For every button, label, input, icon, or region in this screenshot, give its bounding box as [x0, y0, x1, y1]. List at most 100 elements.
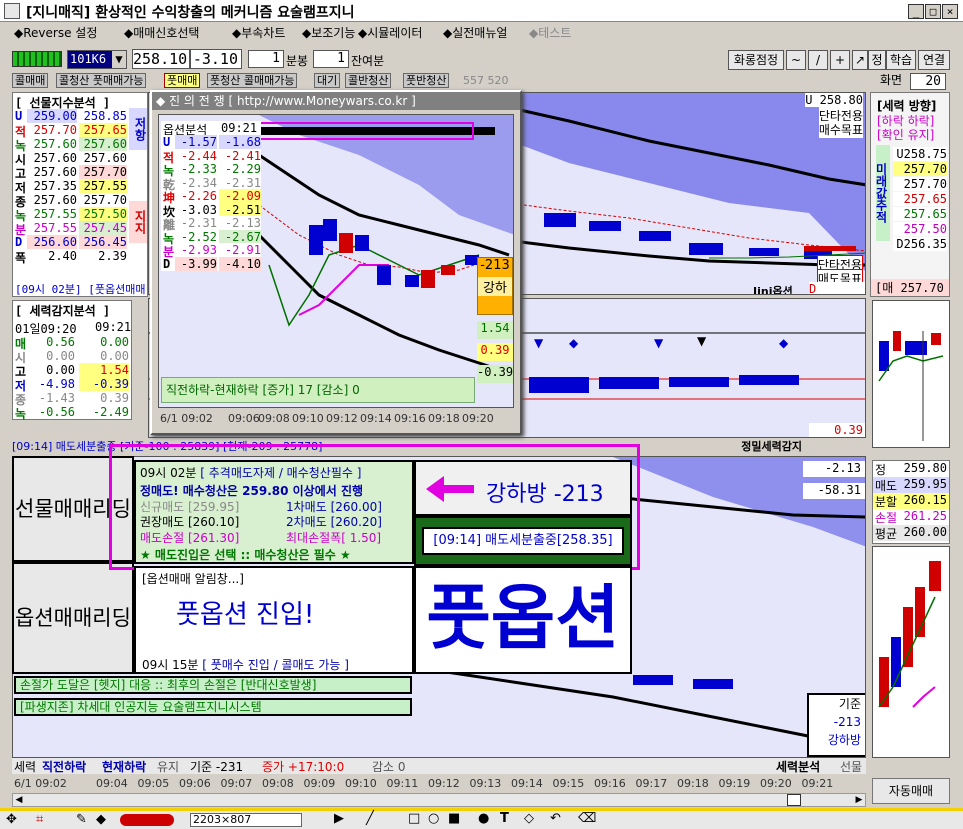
- menu-signal[interactable]: ◆매매신호선택: [124, 24, 199, 41]
- tab-call-clear[interactable]: 콜청산 풋매매가능: [56, 73, 147, 88]
- cursor-icon[interactable]: ▶: [334, 811, 344, 826]
- move-icon[interactable]: ✥: [6, 812, 17, 827]
- futures-row: 녹 257.55 257.50: [13, 207, 147, 223]
- tab-wait[interactable]: 대기: [314, 73, 341, 88]
- svg-text:▼: ▼: [654, 336, 664, 350]
- futures-row: 적 257.70 257.65: [13, 123, 147, 139]
- menu-bar: ◆Reverse 설정 ◆매매신호선택 ◆부속차트 ◆보조기능 ◆시뮬레이터 ◆…: [0, 22, 963, 42]
- mini-chart-lower: [872, 546, 950, 758]
- status-right-1: 세력분석: [776, 760, 821, 774]
- menu-subchart[interactable]: ◆부속차트: [232, 24, 285, 41]
- force-row: 매 0.56 0.00: [13, 335, 131, 351]
- learn-button[interactable]: 학습: [886, 50, 916, 70]
- tab-call-half[interactable]: 콜반청산: [345, 73, 392, 88]
- option-row-val2: -2.51: [219, 202, 261, 217]
- menu-aux[interactable]: ◆보조기능: [302, 24, 355, 41]
- arrow-button[interactable]: ↗: [852, 50, 868, 70]
- futures-row: D 256.60 256.45: [13, 235, 147, 249]
- undo-icon[interactable]: ↶: [550, 811, 561, 826]
- time-axis-label: 09:15: [552, 777, 585, 790]
- futures-row-val1: 257.70: [27, 123, 77, 137]
- status-right-2: 선물: [840, 760, 863, 774]
- menu-test[interactable]: ◆테스트: [529, 24, 571, 41]
- signal-time-2: 09시 15분: [142, 658, 199, 672]
- text-tool-icon[interactable]: T: [500, 811, 509, 826]
- crop-icon[interactable]: ⌗: [36, 812, 43, 827]
- filled-circle-icon[interactable]: ●: [478, 811, 489, 826]
- minimize-button[interactable]: _: [908, 4, 924, 19]
- interval-field[interactable]: 1: [248, 50, 284, 68]
- slash-button[interactable]: /: [808, 50, 828, 70]
- option-row-val2: -2.29: [219, 162, 261, 176]
- menu-reverse[interactable]: ◆Reverse 설정: [14, 24, 97, 41]
- futures-row: 종 257.60 257.70: [13, 193, 147, 209]
- order-level-value: 260.00: [903, 525, 947, 539]
- tab-call-trade[interactable]: 콜매매: [12, 73, 49, 88]
- option-row: U -1.57 -1.68: [161, 135, 261, 149]
- scroll-right-icon[interactable]: ▶: [853, 794, 865, 806]
- order-levels-panel: 정 259.80 매도 259.95 분할 260.15 손절 261.25 평균 260.00: [872, 460, 950, 544]
- auto-trade-button[interactable]: 자동매매: [872, 778, 950, 804]
- option-row-val1: -2.93: [175, 243, 217, 257]
- base-sub: 강하방: [827, 733, 861, 747]
- tab-put-half[interactable]: 풋반청산: [403, 73, 450, 88]
- option-row: D -3.99 -4.10: [161, 256, 261, 271]
- screen-field[interactable]: 20: [910, 73, 946, 90]
- size-select[interactable]: 2203×807: [190, 813, 302, 827]
- scroll-left-icon[interactable]: ◀: [13, 794, 25, 806]
- option-row: 坤 -2.26 -2.09: [161, 189, 261, 205]
- fill-icon[interactable]: ◆: [96, 812, 106, 827]
- jeong-button[interactable]: 정: [868, 50, 886, 70]
- future-track-label: 미래값추적: [874, 145, 890, 241]
- hwarong-button[interactable]: 화롱점정: [728, 50, 784, 70]
- tab-put-trade[interactable]: 풋매매: [164, 73, 201, 88]
- option-row-val1: -1.57: [175, 135, 217, 149]
- futures-row-val1: 2.40: [27, 249, 77, 263]
- maximize-button[interactable]: □: [925, 4, 941, 19]
- app-icon[interactable]: [4, 3, 20, 19]
- rect-icon[interactable]: □: [408, 811, 420, 826]
- line-icon[interactable]: ╱: [366, 811, 374, 826]
- futures-row-val2: 257.50: [79, 207, 127, 221]
- popup-time-label: 09:16: [394, 412, 426, 425]
- remain-field[interactable]: 1: [313, 50, 349, 68]
- popup-val-1: 1.54: [477, 321, 513, 339]
- scroll-thumb[interactable]: [787, 794, 801, 806]
- popup-time-label: 09:14: [360, 412, 392, 425]
- code-select[interactable]: 101K6 ▼: [67, 50, 127, 69]
- toggle-switch[interactable]: [120, 814, 174, 826]
- option-row-val2: -1.68: [219, 135, 261, 149]
- menu-manual[interactable]: ◆실전매뉴얼: [443, 24, 507, 41]
- pen-icon[interactable]: ✎: [76, 812, 87, 827]
- eraser-icon[interactable]: ◇: [524, 811, 534, 826]
- order-level-key: 평균: [875, 527, 898, 541]
- trash-icon[interactable]: ⌫: [578, 811, 596, 826]
- time-axis-label: 09:20: [760, 777, 792, 790]
- window-title: [지니매직] 환상적인 수익창출의 메커니즘 요술램프지니: [26, 5, 355, 21]
- horizontal-scrollbar[interactable]: ◀ ▶: [12, 793, 866, 807]
- force-row-val1: 0.56: [46, 335, 75, 349]
- status-decrease: 감소 0: [372, 760, 406, 774]
- moneywars-popup[interactable]: ◆ 진 의 전 쟁 [ http://www.Moneywars.co.kr ]…: [150, 90, 522, 435]
- filled-rect-icon[interactable]: ■: [448, 811, 460, 826]
- force-row: 녹 -0.56 -2.49: [13, 405, 131, 421]
- futures-row-val2: 257.60: [79, 137, 127, 151]
- menu-simulator[interactable]: ◆시뮬레이터: [358, 24, 422, 41]
- tilde-button[interactable]: ~: [786, 50, 806, 70]
- change-field[interactable]: -3.10: [190, 49, 242, 69]
- option-row-val2: -2.13: [219, 216, 261, 230]
- close-button[interactable]: ×: [942, 4, 958, 19]
- price-field[interactable]: 258.10: [132, 49, 190, 69]
- support-tag: 지지: [129, 201, 147, 243]
- base-label: 기준: [838, 697, 861, 711]
- plus-button[interactable]: +: [830, 50, 850, 70]
- option-row-val2: -2.67: [219, 229, 261, 244]
- circle-icon[interactable]: ○: [428, 811, 439, 826]
- time-axis-label: 09:05: [137, 777, 170, 790]
- connect-button[interactable]: 연결: [918, 50, 950, 70]
- option-row-val1: -2.52: [175, 229, 217, 244]
- tab-put-clear[interactable]: 풋청산 콜매매가능: [207, 73, 298, 88]
- futures-row-val1: 257.60: [27, 165, 77, 179]
- force-row-val2: 1.54: [79, 363, 129, 377]
- option-analysis-table: 옵션분석 09:21 U -1.57 -1.68 적 -2.44 -2.41 녹 -2.33-…: [161, 121, 261, 271]
